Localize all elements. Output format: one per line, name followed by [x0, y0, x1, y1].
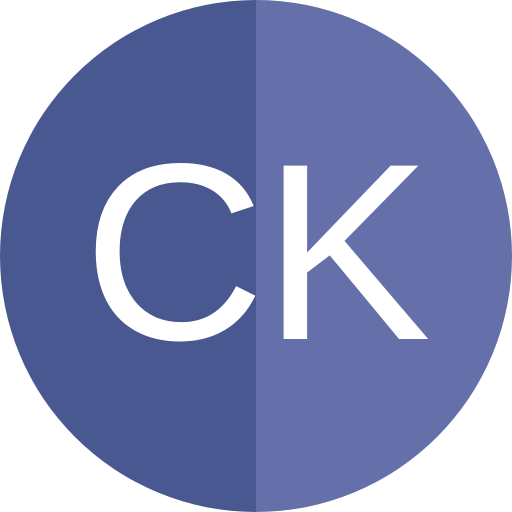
- avatar-initials: CK: [82, 112, 431, 393]
- avatar: CK: [0, 0, 512, 512]
